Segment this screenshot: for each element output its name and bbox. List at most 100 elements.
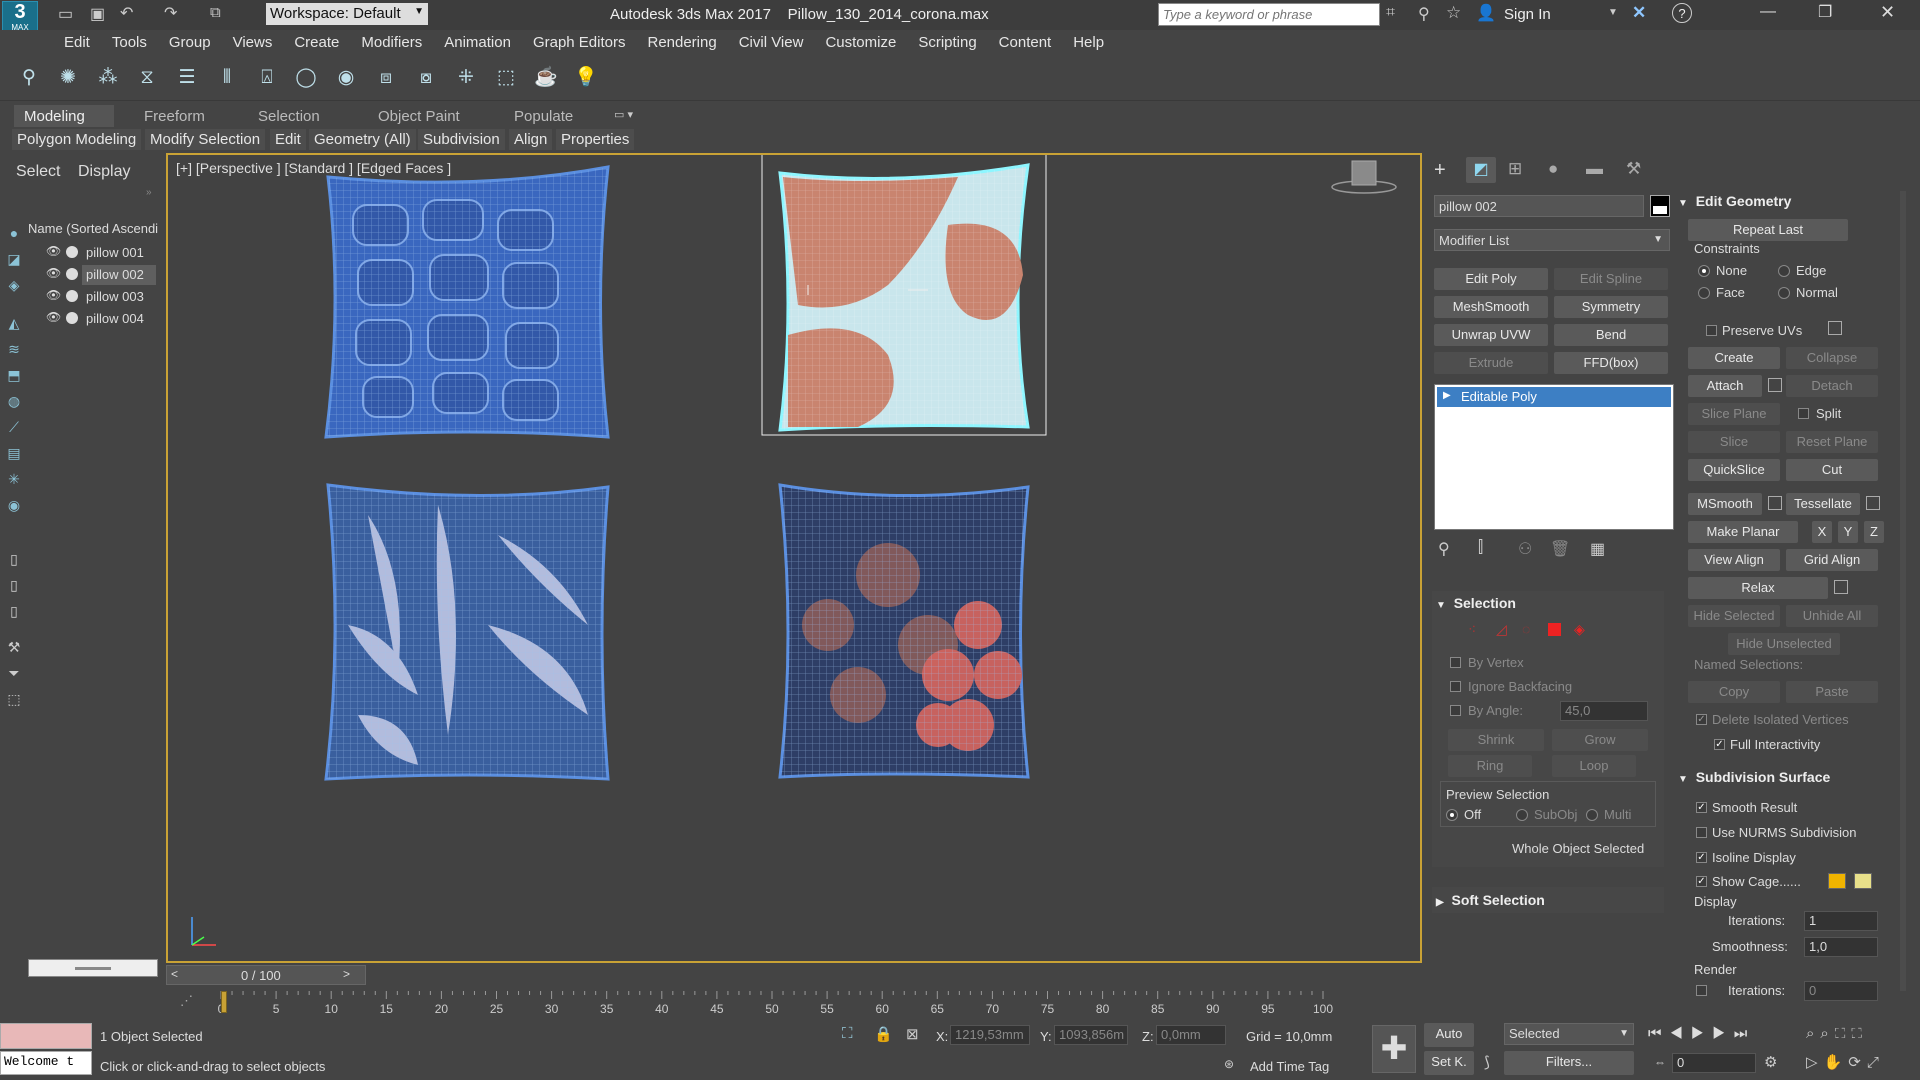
render-iterations-checkbox[interactable] <box>1696 985 1707 996</box>
cameras-icon[interactable]: ◪ <box>4 251 24 271</box>
orbit-icon[interactable]: ⟳ <box>1848 1054 1867 1071</box>
planar-y-button[interactable]: Y <box>1838 521 1858 543</box>
light-bulb-icon[interactable]: 💡 <box>573 65 599 91</box>
border-mode-icon[interactable]: ◌ <box>1522 621 1530 637</box>
selection-filter-icon[interactable]: ⧖ <box>134 65 160 91</box>
full-interactivity-checkbox[interactable]: ✓ <box>1714 739 1725 750</box>
view-cube-icon[interactable] <box>1331 160 1397 194</box>
unlink-icon[interactable]: ✺ <box>55 65 81 91</box>
time-slider[interactable]: < 0 / 100 > <box>166 965 366 985</box>
viewport-perspective[interactable]: [+] [Perspective ] [Standard ] [Edged Fa… <box>166 153 1422 963</box>
menu-customize[interactable]: Customize <box>814 30 907 51</box>
next-key-icon[interactable]: ▶ <box>1712 1025 1733 1042</box>
systems-icon[interactable]: ⬒ <box>4 367 24 387</box>
tab-freeform[interactable]: Freeform <box>134 105 215 127</box>
iterations-spinner[interactable]: 1 <box>1804 911 1878 931</box>
go-to-start-icon[interactable]: ⏮ <box>1648 1025 1670 1042</box>
time-configuration-icon[interactable]: ⚙ <box>1764 1053 1777 1071</box>
curve-editor-toggle-icon[interactable]: ⋰ <box>180 993 193 1009</box>
tab-modeling[interactable]: Modeling <box>14 105 114 127</box>
menu-edit[interactable]: Edit <box>0 30 101 51</box>
eye-icon[interactable]: 👁 <box>46 288 61 302</box>
planar-x-button[interactable]: X <box>1812 521 1832 543</box>
relax-settings-icon[interactable] <box>1834 580 1848 594</box>
symmetry-button[interactable]: Symmetry <box>1554 296 1668 318</box>
go-to-end-icon[interactable]: ⏭ <box>1734 1025 1756 1042</box>
page-icon[interactable]: ▯ <box>4 577 24 597</box>
pillow-003-mesh[interactable] <box>324 483 610 781</box>
menu-rendering[interactable]: Rendering <box>636 30 727 51</box>
set-key-button[interactable]: Set K. <box>1424 1051 1474 1075</box>
workspace-dropdown[interactable]: Workspace: Default ▼ <box>266 3 428 25</box>
pillow-002-mesh[interactable] <box>761 155 1047 436</box>
scene-column-header[interactable]: Name (Sorted Ascendi <box>28 221 164 236</box>
ffd-box-button[interactable]: FFD(box) <box>1554 352 1668 374</box>
render-iterations-spinner[interactable]: 0 <box>1804 981 1878 1001</box>
menu-views[interactable]: Views <box>222 30 284 51</box>
cage-color-swatch-1[interactable] <box>1828 873 1846 889</box>
split-checkbox[interactable] <box>1798 408 1809 419</box>
reset-plane-button[interactable]: Reset Plane <box>1786 431 1878 453</box>
object-color-swatch[interactable] <box>1650 195 1670 217</box>
tab-populate[interactable]: Populate <box>504 105 583 127</box>
align-icon[interactable]: ⍓ <box>254 65 280 91</box>
sphere-icon[interactable]: ● <box>4 225 24 245</box>
next-frame-icon[interactable]: > <box>343 967 350 981</box>
communication-icon[interactable]: ⚲ <box>1418 4 1430 24</box>
set-key-icon[interactable]: ✚ <box>1372 1025 1416 1073</box>
pillow-004-mesh[interactable] <box>778 483 1030 779</box>
edge-mode-icon[interactable]: ◿ <box>1496 621 1507 638</box>
sheet-icon[interactable]: ▯ <box>4 603 24 623</box>
by-angle-spinner[interactable]: 45,0 <box>1560 701 1648 721</box>
select-link-icon[interactable]: ⚲ <box>16 65 42 91</box>
project-icon[interactable]: ⧉ <box>210 4 221 21</box>
edit-poly-button[interactable]: Edit Poly <box>1434 268 1548 290</box>
hide-unselected-button[interactable]: Hide Unselected <box>1728 633 1840 655</box>
filter-icon[interactable]: ⏷ <box>4 665 24 685</box>
smooth-result-checkbox[interactable]: ✓ <box>1696 802 1707 813</box>
select-by-name-icon[interactable]: ☰ <box>174 65 200 91</box>
pan-hand-icon[interactable]: ✋ <box>1824 1054 1849 1071</box>
key-mode-dropdown[interactable]: Selected ▼ <box>1504 1023 1634 1045</box>
use-nurms-checkbox[interactable] <box>1696 827 1707 838</box>
favorites-star-icon[interactable]: ☆ <box>1446 3 1461 23</box>
maximize-viewport-icon[interactable]: ⤢ <box>1867 1054 1885 1071</box>
unhide-all-button[interactable]: Unhide All <box>1786 605 1878 627</box>
key-mode-toggle-icon[interactable]: ⇔ <box>1654 1055 1666 1069</box>
planar-z-button[interactable]: Z <box>1864 521 1884 543</box>
material-editor-icon[interactable]: ◉ <box>333 65 359 91</box>
collapse-icon[interactable]: » <box>146 187 152 198</box>
by-angle-checkbox[interactable] <box>1450 705 1461 716</box>
msmooth-button[interactable]: MSmooth <box>1688 493 1762 515</box>
lights-icon[interactable]: ◈ <box>4 277 24 297</box>
slice-plane-button[interactable]: Slice Plane <box>1688 403 1780 425</box>
motion-tab-icon[interactable]: ● <box>1548 159 1558 179</box>
zoom-extents-icon[interactable]: ⛶ <box>1835 1025 1852 1042</box>
configure-sets-icon[interactable]: ▦ <box>1590 539 1605 559</box>
z-coordinate-field[interactable]: 0,0mm <box>1156 1025 1226 1045</box>
menu-tools[interactable]: Tools <box>101 30 158 51</box>
menu-graph-editors[interactable]: Graph Editors <box>522 30 637 51</box>
edit-geometry-header[interactable]: ▼ Edit Geometry <box>1678 193 1791 209</box>
snowflake-icon[interactable]: ✳ <box>4 471 24 491</box>
view-align-button[interactable]: View Align <box>1688 549 1780 571</box>
stack-item-editable-poly[interactable]: ▶ Editable Poly <box>1437 387 1671 407</box>
ribbon-properties[interactable]: Properties <box>556 129 635 150</box>
polygon-mode-icon[interactable] <box>1548 623 1561 636</box>
explorer-scrollbar[interactable] <box>28 959 158 977</box>
show-cage-checkbox[interactable]: ✓ <box>1696 876 1707 887</box>
extrude-button[interactable]: Extrude <box>1434 352 1548 374</box>
repeat-last-button[interactable]: Repeat Last <box>1688 219 1848 241</box>
create-tab-icon[interactable]: + <box>1434 159 1446 182</box>
render-frame-icon[interactable]: ⧇ <box>413 65 439 91</box>
unwrap-uvw-button[interactable]: Unwrap UVW <box>1434 324 1548 346</box>
soft-selection-rollout[interactable]: ▶ Soft Selection <box>1432 887 1664 913</box>
ribbon-modify-selection[interactable]: Modify Selection <box>145 129 266 150</box>
field-of-view-icon[interactable]: ▷ <box>1806 1054 1824 1071</box>
render-icon[interactable]: ☕ <box>533 65 559 91</box>
ribbon-edit[interactable]: Edit <box>270 129 306 150</box>
constraint-face-radio[interactable] <box>1698 287 1710 299</box>
curve-editor-icon[interactable]: ◯ <box>293 65 319 91</box>
pin-stack-icon[interactable]: ⚲ <box>1438 539 1450 559</box>
isoline-display-checkbox[interactable]: ✓ <box>1696 852 1707 863</box>
